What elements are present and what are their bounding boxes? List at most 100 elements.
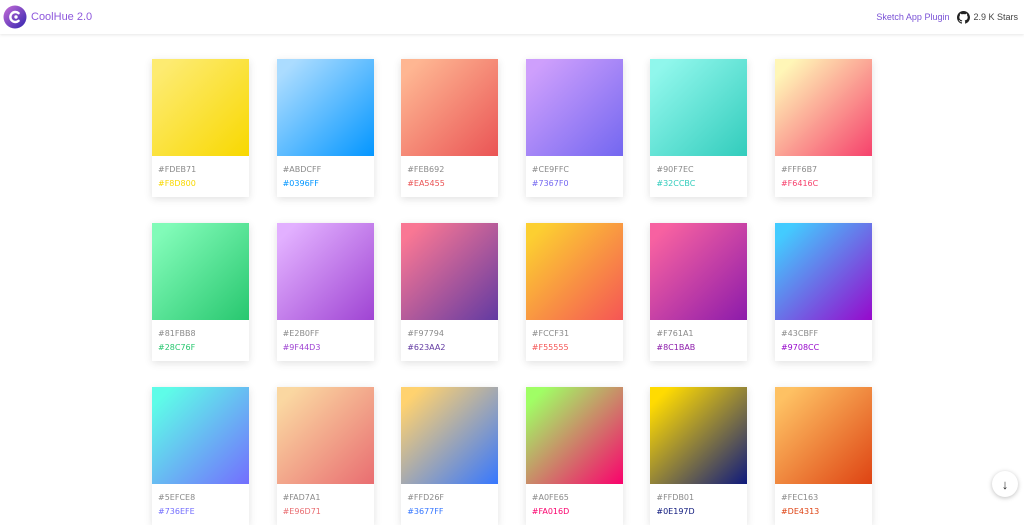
gradient-end-code[interactable]: #F55555 bbox=[532, 341, 623, 355]
gradient-start-code[interactable]: #FFDB01 bbox=[656, 491, 747, 505]
gradient-card[interactable]: #43CBFF #9708CC bbox=[774, 223, 872, 361]
gradient-start-code[interactable]: #FEC163 bbox=[781, 491, 872, 505]
gradient-codes: #FFDB01 #0E197D bbox=[650, 484, 747, 519]
gradient-swatch[interactable] bbox=[650, 223, 748, 320]
brand-link[interactable]: CoolHue 2.0 bbox=[0, 5, 92, 29]
coolhue-logo-icon bbox=[3, 5, 27, 29]
gradient-end-code[interactable]: #0E197D bbox=[656, 505, 747, 519]
gradient-codes: #CE9FFC #7367F0 bbox=[526, 156, 623, 191]
gradient-start-code[interactable]: #FEB692 bbox=[407, 163, 498, 177]
gradient-card[interactable]: #90F7EC #32CCBC bbox=[650, 59, 748, 197]
gradient-card[interactable]: #81FBB8 #28C76F bbox=[152, 223, 249, 361]
gradient-codes: #FEB692 #EA5455 bbox=[401, 156, 498, 191]
gradient-start-code[interactable]: #81FBB8 bbox=[158, 327, 249, 341]
nav-right: Sketch App Plugin 2.9 K Stars bbox=[876, 10, 1024, 24]
gradient-end-code[interactable]: #736EFE bbox=[158, 505, 249, 519]
gradient-end-code[interactable]: #7367F0 bbox=[532, 177, 623, 191]
gradient-card[interactable]: #E2B0FF #9F44D3 bbox=[276, 223, 374, 361]
gradient-swatch[interactable] bbox=[401, 387, 499, 484]
gradient-swatch[interactable] bbox=[650, 387, 748, 484]
scroll-down-button[interactable]: ↓ bbox=[992, 471, 1018, 497]
gradient-codes: #5EFCE8 #736EFE bbox=[152, 484, 249, 519]
gradient-swatch[interactable] bbox=[401, 223, 499, 320]
gradient-end-code[interactable]: #3677FF bbox=[407, 505, 498, 519]
gradient-end-code[interactable]: #8C1BAB bbox=[656, 341, 747, 355]
gradient-swatch[interactable] bbox=[774, 223, 872, 320]
gradient-end-code[interactable]: #9F44D3 bbox=[283, 341, 374, 355]
gradient-codes: #FEC163 #DE4313 bbox=[775, 484, 872, 519]
gradient-end-code[interactable]: #32CCBC bbox=[656, 177, 747, 191]
gradient-card[interactable]: #F97794 #623AA2 bbox=[401, 223, 499, 361]
gradient-codes: #ABDCFF #0396FF bbox=[277, 156, 374, 191]
gradient-card[interactable]: #5EFCE8 #736EFE bbox=[152, 387, 249, 525]
gradient-swatch[interactable] bbox=[525, 59, 623, 156]
gradient-swatch[interactable] bbox=[774, 59, 872, 156]
gradient-end-code[interactable]: #FA016D bbox=[532, 505, 623, 519]
gradient-card[interactable]: #FEB692 #EA5455 bbox=[401, 59, 499, 197]
gradient-codes: #90F7EC #32CCBC bbox=[650, 156, 747, 191]
gradient-card[interactable]: #FCCF31 #F55555 bbox=[525, 223, 623, 361]
github-stars-count: 2.9 K Stars bbox=[973, 12, 1018, 22]
gradient-end-code[interactable]: #F8D800 bbox=[158, 177, 249, 191]
gradient-swatch[interactable] bbox=[152, 387, 249, 484]
gradient-swatch[interactable] bbox=[525, 387, 623, 484]
gradient-codes: #F761A1 #8C1BAB bbox=[650, 320, 747, 355]
gradient-card[interactable]: #FAD7A1 #E96D71 bbox=[276, 387, 374, 525]
gradient-grid: #FDEB71 #F8D800 #ABDCFF #0396FF #FEB692 #EA54… bbox=[152, 59, 872, 525]
gradient-card[interactable]: #A0FE65 #FA016D bbox=[525, 387, 623, 525]
gradient-swatch[interactable] bbox=[525, 223, 623, 320]
brand-name: CoolHue 2.0 bbox=[31, 11, 93, 23]
gradient-start-code[interactable]: #E2B0FF bbox=[283, 327, 374, 341]
gradient-start-code[interactable]: #A0FE65 bbox=[532, 491, 623, 505]
gradient-card[interactable]: #FFF6B7 #F6416C bbox=[774, 59, 872, 197]
gradient-end-code[interactable]: #DE4313 bbox=[781, 505, 872, 519]
github-icon bbox=[957, 10, 971, 24]
gradient-swatch[interactable] bbox=[276, 59, 374, 156]
gradient-swatch[interactable] bbox=[774, 387, 872, 484]
gradient-start-code[interactable]: #FFF6B7 bbox=[781, 163, 872, 177]
gradient-start-code[interactable]: #F97794 bbox=[407, 327, 498, 341]
gradient-start-code[interactable]: #43CBFF bbox=[781, 327, 872, 341]
gradient-card[interactable]: #FDEB71 #F8D800 bbox=[152, 59, 249, 197]
gradient-end-code[interactable]: #28C76F bbox=[158, 341, 249, 355]
gradient-start-code[interactable]: #FAD7A1 bbox=[283, 491, 374, 505]
gradient-start-code[interactable]: #FFD26F bbox=[407, 491, 498, 505]
gradient-codes: #FFF6B7 #F6416C bbox=[775, 156, 872, 191]
github-stars-link[interactable]: 2.9 K Stars bbox=[957, 10, 1018, 24]
gradient-codes: #F97794 #623AA2 bbox=[401, 320, 498, 355]
gradient-swatch[interactable] bbox=[276, 223, 374, 320]
gradient-codes: #FCCF31 #F55555 bbox=[526, 320, 623, 355]
gradient-end-code[interactable]: #9708CC bbox=[781, 341, 872, 355]
gradient-start-code[interactable]: #5EFCE8 bbox=[158, 491, 249, 505]
gradient-start-code[interactable]: #F761A1 bbox=[656, 327, 747, 341]
gradient-card[interactable]: #FEC163 #DE4313 bbox=[774, 387, 872, 525]
gradient-swatch[interactable] bbox=[401, 59, 499, 156]
top-navbar: CoolHue 2.0 Sketch App Plugin 2.9 K Star… bbox=[0, 0, 1024, 34]
gradient-card[interactable]: #CE9FFC #7367F0 bbox=[525, 59, 623, 197]
gradient-codes: #43CBFF #9708CC bbox=[775, 320, 872, 355]
sketch-plugin-link[interactable]: Sketch App Plugin bbox=[876, 12, 949, 22]
gradient-codes: #FFD26F #3677FF bbox=[401, 484, 498, 519]
gradient-card[interactable]: #ABDCFF #0396FF bbox=[276, 59, 374, 197]
gradient-end-code[interactable]: #F6416C bbox=[781, 177, 872, 191]
gradient-card[interactable]: #FFD26F #3677FF bbox=[401, 387, 499, 525]
gradient-start-code[interactable]: #FDEB71 bbox=[158, 163, 249, 177]
gradient-end-code[interactable]: #EA5455 bbox=[407, 177, 498, 191]
gradient-card[interactable]: #F761A1 #8C1BAB bbox=[650, 223, 748, 361]
gradient-swatch[interactable] bbox=[152, 223, 249, 320]
gradient-swatch[interactable] bbox=[152, 59, 249, 156]
gradient-swatch[interactable] bbox=[276, 387, 374, 484]
gradient-end-code[interactable]: #623AA2 bbox=[407, 341, 498, 355]
gradient-end-code[interactable]: #E96D71 bbox=[283, 505, 374, 519]
gradient-start-code[interactable]: #ABDCFF bbox=[283, 163, 374, 177]
gradient-codes: #FDEB71 #F8D800 bbox=[152, 156, 249, 191]
gradient-codes: #81FBB8 #28C76F bbox=[152, 320, 249, 355]
gradient-card[interactable]: #FFDB01 #0E197D bbox=[650, 387, 748, 525]
gradient-end-code[interactable]: #0396FF bbox=[283, 177, 374, 191]
arrow-down-icon: ↓ bbox=[1001, 476, 1009, 492]
gradient-start-code[interactable]: #90F7EC bbox=[656, 163, 747, 177]
gradient-start-code[interactable]: #FCCF31 bbox=[532, 327, 623, 341]
gradient-start-code[interactable]: #CE9FFC bbox=[532, 163, 623, 177]
gradient-swatch[interactable] bbox=[650, 59, 748, 156]
gradient-codes: #E2B0FF #9F44D3 bbox=[277, 320, 374, 355]
